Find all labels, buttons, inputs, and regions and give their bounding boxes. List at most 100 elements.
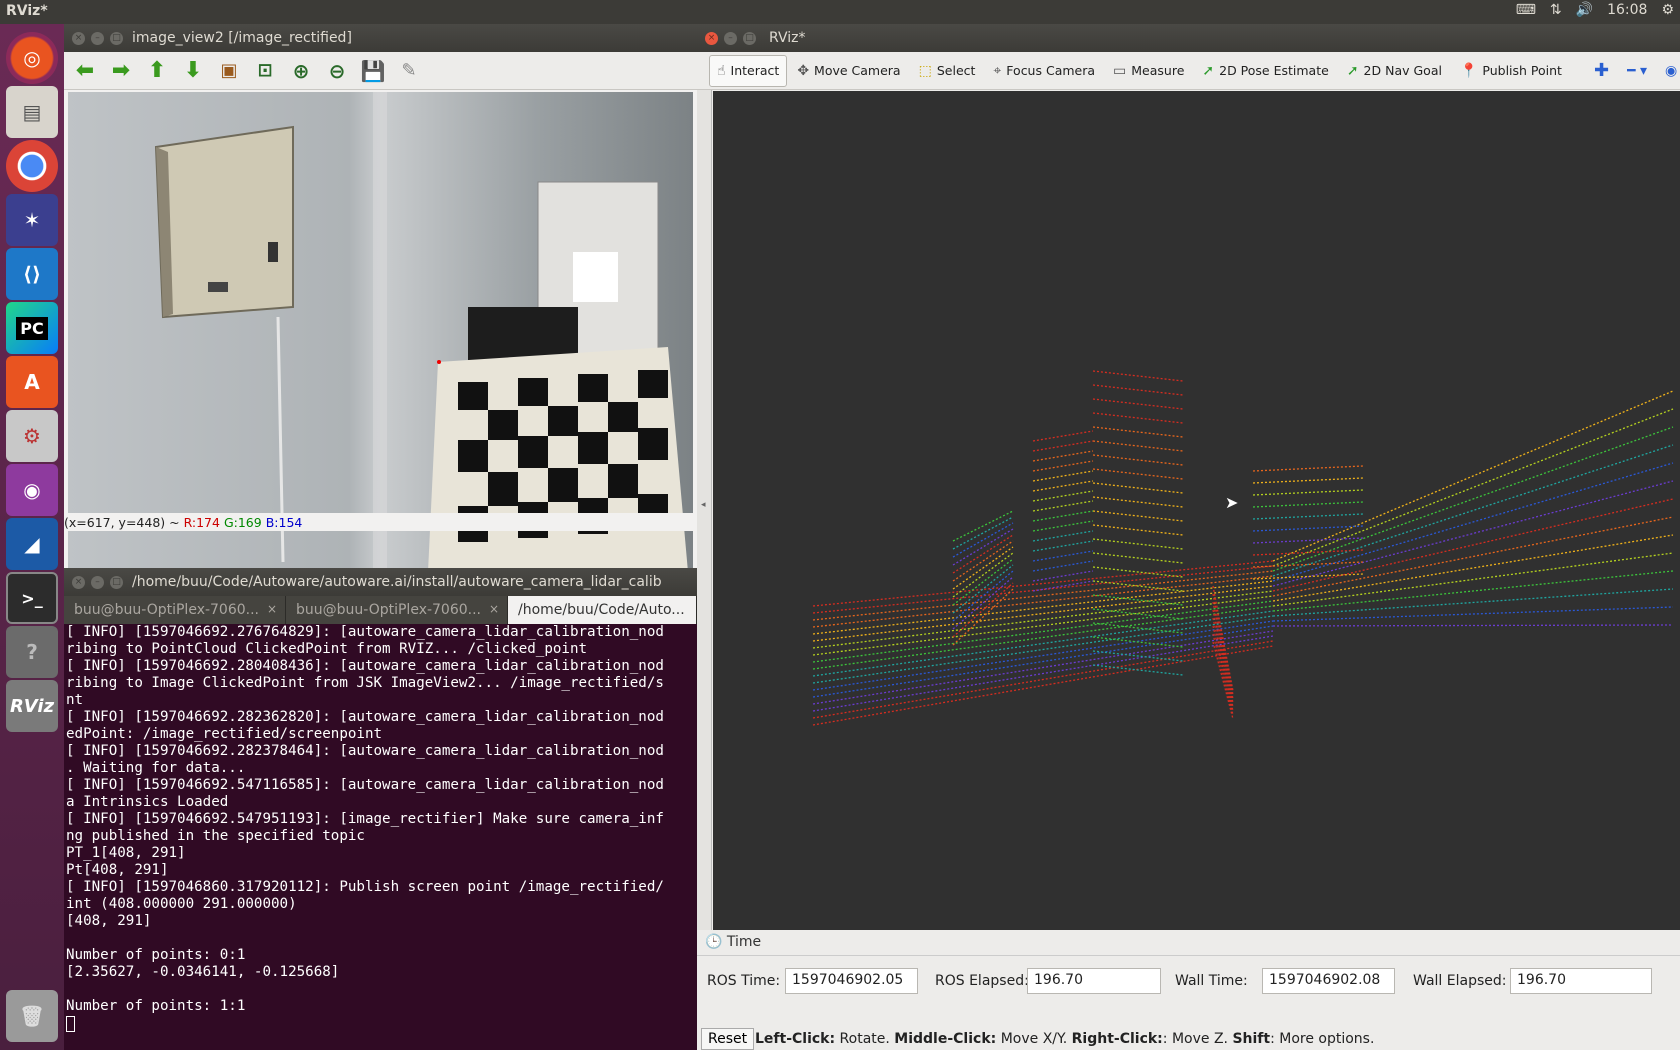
lidar-scan-line bbox=[1212, 593, 1234, 696]
trash-icon[interactable]: 🗑 bbox=[6, 990, 58, 1042]
forward-arrow-icon[interactable]: ➡ bbox=[106, 56, 136, 86]
lidar-scan-line bbox=[1092, 454, 1184, 466]
close-icon[interactable]: × bbox=[72, 576, 85, 589]
save-icon[interactable]: 💾 bbox=[358, 56, 388, 86]
hint-text: : More options. bbox=[1270, 1031, 1375, 1047]
lidar-scan-line bbox=[1272, 516, 1674, 597]
nav-arrow-icon: ➚ bbox=[1346, 62, 1359, 79]
terminal-tab[interactable]: buu@buu-OptiPlex-7060... × bbox=[64, 596, 286, 624]
settings-icon[interactable]: ⚙ bbox=[6, 410, 58, 462]
maximize-icon[interactable]: □ bbox=[743, 32, 756, 45]
ros-time-field[interactable]: 1597046902.05 bbox=[785, 968, 918, 994]
up-arrow-icon[interactable]: ⬆ bbox=[142, 56, 172, 86]
files-icon[interactable]: ▤ bbox=[6, 86, 58, 138]
software-center-icon[interactable]: A bbox=[6, 356, 58, 408]
wireshark-icon[interactable]: ◢ bbox=[6, 518, 58, 570]
tool-interact[interactable]: ☝ Interact bbox=[709, 54, 788, 87]
lidar-scan-line bbox=[1272, 390, 1674, 562]
maximize-icon[interactable]: □ bbox=[110, 576, 123, 589]
tool-publish-point[interactable]: 📍 Publish Point bbox=[1452, 55, 1570, 87]
zoom-fit-icon[interactable]: ⊡ bbox=[250, 56, 280, 86]
close-icon[interactable]: × bbox=[705, 32, 718, 45]
render-viewport[interactable]: ➤ bbox=[713, 91, 1680, 931]
tool-select[interactable]: ⬚ Select bbox=[911, 55, 984, 87]
wall-elapsed-field[interactable]: 196.70 bbox=[1510, 968, 1652, 994]
keyboard-icon[interactable]: ⌨ bbox=[1516, 2, 1536, 18]
close-icon[interactable]: × bbox=[72, 32, 85, 45]
lidar-scan-line bbox=[1252, 489, 1364, 496]
zoom-out-icon[interactable]: ⊖ bbox=[322, 56, 352, 86]
lidar-scan-line bbox=[1272, 480, 1674, 587]
terminal-window: × – □ /home/buu/Code/Autoware/autoware.ai/… bbox=[64, 568, 697, 1050]
view-menu-button[interactable]: ◉ ▾ bbox=[1657, 55, 1680, 87]
minimize-icon[interactable]: – bbox=[91, 576, 104, 589]
lidar-scan-line bbox=[1212, 617, 1234, 708]
lidar-scan-line bbox=[1092, 482, 1184, 494]
vscode-icon[interactable]: ⟨⟩ bbox=[6, 248, 58, 300]
minimize-icon[interactable]: – bbox=[724, 32, 737, 45]
clock[interactable]: 16:08 bbox=[1607, 2, 1647, 18]
ros-elapsed-label: ROS Elapsed: bbox=[935, 973, 1029, 989]
close-tab-icon[interactable]: × bbox=[267, 602, 277, 616]
terminal-line: ribing to Image ClickedPoint from JSK Im… bbox=[66, 675, 664, 691]
move-icon: ✥ bbox=[797, 62, 810, 79]
help-icon[interactable]: ? bbox=[6, 626, 58, 678]
pycharm-icon[interactable]: PC bbox=[6, 302, 58, 354]
terminal-title: /home/buu/Code/Autoware/autoware.ai/inst… bbox=[132, 574, 662, 590]
minimize-icon[interactable]: – bbox=[91, 32, 104, 45]
terminal-line: ng published in the specified topic bbox=[66, 828, 365, 844]
lidar-scan-line bbox=[952, 510, 1014, 542]
top-panel: RViz* ⌨ ⇅ 🔊 16:08 ⚙ bbox=[0, 0, 1680, 24]
terminal-tab-active[interactable]: /home/buu/Code/Auto... bbox=[508, 596, 697, 624]
wall-time-field[interactable]: 1597046902.08 bbox=[1262, 968, 1395, 994]
chrome-icon[interactable] bbox=[6, 140, 58, 192]
tool-2d-pose-estimate[interactable]: ➚ 2D Pose Estimate bbox=[1194, 55, 1336, 87]
lidar-scan-line bbox=[1092, 538, 1184, 550]
terminal-titlebar[interactable]: × – □ /home/buu/Code/Autoware/autoware.ai/… bbox=[64, 568, 697, 596]
volume-icon[interactable]: 🔊 bbox=[1576, 2, 1593, 18]
back-arrow-icon[interactable]: ⬅ bbox=[70, 56, 100, 86]
reset-button[interactable]: Reset bbox=[701, 1028, 755, 1050]
image-view-titlebar[interactable]: × – □ image_view2 [/image_rectified] bbox=[64, 24, 697, 52]
pose-arrow-icon: ➚ bbox=[1202, 62, 1215, 79]
lidar-scan-line bbox=[1092, 608, 1184, 620]
tool-focus-camera[interactable]: ⌖ Focus Camera bbox=[985, 55, 1103, 87]
lidar-scan-line bbox=[1092, 440, 1184, 452]
terminal-tab[interactable]: buu@buu-OptiPlex-7060... × bbox=[286, 596, 508, 624]
gear-icon[interactable]: ⚙ bbox=[1661, 2, 1674, 18]
left-splitter[interactable]: ◂ bbox=[697, 90, 712, 954]
remove-tool-button[interactable]: ━ ▾ bbox=[1619, 55, 1655, 87]
down-arrow-icon[interactable]: ⬇ bbox=[178, 56, 208, 86]
brush-icon[interactable]: ✎ bbox=[394, 56, 424, 86]
lidar-scan-line bbox=[1092, 384, 1184, 396]
ubuntu-icon[interactable]: ◎ bbox=[6, 32, 58, 84]
image-icon[interactable]: ▣ bbox=[214, 56, 244, 86]
terminal-line: nt bbox=[66, 692, 84, 708]
terminal-output[interactable]: [ INFO] [1597046692.276764829]: [autowar… bbox=[66, 624, 697, 1032]
pixel-red: R:174 bbox=[183, 515, 220, 530]
image-view-toolbar: ⬅ ➡ ⬆ ⬇ ▣ ⊡ ⊕ ⊖ 💾 ✎ bbox=[64, 52, 697, 90]
network-icon[interactable]: ⇅ bbox=[1550, 2, 1562, 18]
terminal-icon[interactable]: >_ bbox=[6, 572, 58, 624]
tool-move-camera[interactable]: ✥ Move Camera bbox=[789, 55, 908, 87]
lidar-scan-line bbox=[1032, 500, 1094, 512]
maximize-icon[interactable]: □ bbox=[110, 32, 123, 45]
terminal-line: [408, 291] bbox=[66, 913, 152, 929]
zoom-in-icon[interactable]: ⊕ bbox=[286, 56, 316, 86]
lidar-scan-line bbox=[1092, 426, 1184, 438]
lidar-scan-line bbox=[1252, 537, 1364, 544]
add-tool-button[interactable]: ✚ bbox=[1586, 55, 1617, 87]
ros-elapsed-field[interactable]: 196.70 bbox=[1027, 968, 1161, 994]
rviz-icon[interactable]: RViz bbox=[6, 680, 58, 732]
tool-label: 2D Pose Estimate bbox=[1219, 63, 1329, 78]
webcam-icon[interactable]: ◉ bbox=[6, 464, 58, 516]
tool-measure[interactable]: ▭ Measure bbox=[1105, 55, 1192, 87]
terminal-tabs: buu@buu-OptiPlex-7060... × buu@buu-OptiPl… bbox=[64, 596, 697, 624]
camera-image[interactable] bbox=[68, 92, 693, 568]
lidar-scan-line bbox=[1212, 609, 1234, 704]
tool-2d-nav-goal[interactable]: ➚ 2D Nav Goal bbox=[1339, 55, 1450, 87]
rviz-titlebar[interactable]: × – □ RViz* bbox=[697, 24, 1680, 52]
app-icon[interactable]: ✶ bbox=[6, 194, 58, 246]
close-tab-icon[interactable]: × bbox=[489, 602, 499, 616]
